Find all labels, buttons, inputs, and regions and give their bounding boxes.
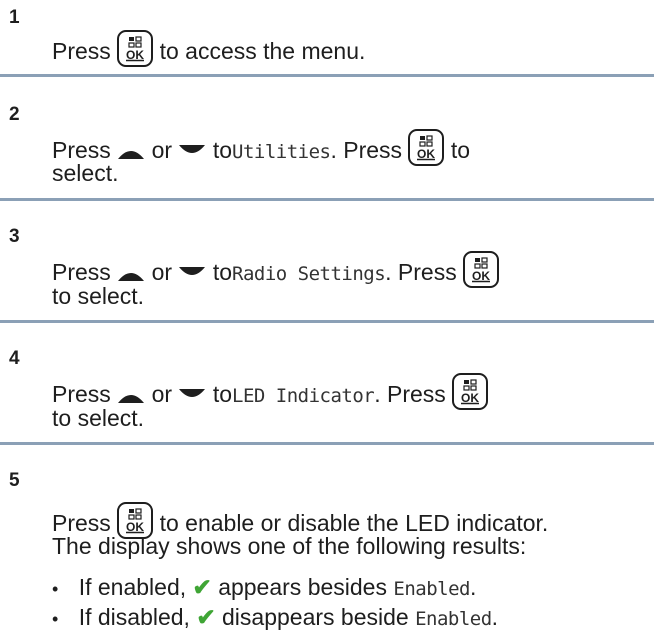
menu-item-name: Utilities (232, 141, 331, 163)
menu-item-name: Radio Settings (232, 263, 386, 285)
step-number: 5 (9, 470, 20, 491)
step-text: to select. (52, 405, 145, 431)
bullet-item: • If disabled, ✔ disappears beside Enabl… (52, 602, 498, 634)
bullet-item: • If enabled, ✔ appears besides Enabled. (52, 572, 476, 604)
ok-menu-key-icon: OK (463, 251, 500, 288)
step-text-part: . Press (374, 381, 446, 407)
step-text-part: to (212, 259, 232, 285)
step-text: to select. (52, 283, 145, 309)
checkmark-icon: ✔ (192, 574, 212, 600)
bullet-text: If enabled, (78, 574, 187, 600)
step-text-part: to (212, 137, 232, 163)
menu-item-name: Enabled (415, 608, 492, 630)
bullet-text: If disabled, (78, 604, 190, 630)
ok-menu-key-icon: OK (117, 30, 154, 67)
menu-item-name: Enabled (393, 578, 470, 600)
step-text-part: or (151, 259, 173, 285)
separator (0, 442, 654, 445)
step-text: Press OK to access the menu. (52, 30, 365, 67)
step-text-part: to (212, 381, 232, 407)
step-text-part: or (151, 381, 173, 407)
step-text-part: . Press (385, 259, 457, 285)
down-arrow-icon (179, 144, 206, 153)
step-text-part: to (450, 137, 470, 163)
step-text-part: or (151, 137, 173, 163)
checkmark-icon: ✔ (196, 604, 216, 630)
bullet: • (52, 609, 59, 629)
bullet-text: . (469, 574, 477, 600)
step-text: The display shows one of the following r… (52, 533, 527, 559)
step-text: select. (52, 160, 119, 186)
separator (0, 198, 654, 201)
step-text-part: to access the menu. (159, 38, 366, 64)
down-arrow-icon (179, 266, 206, 275)
bullet-text: . (491, 604, 499, 630)
step-text-part: . Press (330, 137, 403, 163)
bullet: • (52, 579, 59, 599)
menu-item-name: LED Indicator (232, 385, 375, 407)
separator (0, 74, 654, 77)
step-number: 1 (9, 7, 20, 28)
ok-menu-key-icon: OK (452, 373, 489, 410)
ok-menu-key-icon: OK (408, 129, 445, 166)
step-number: 3 (9, 226, 20, 247)
step-number: 4 (9, 348, 20, 369)
separator (0, 320, 654, 323)
step-text-part: Press (52, 38, 111, 64)
down-arrow-icon (179, 388, 206, 397)
up-arrow-icon (118, 150, 145, 159)
step-number: 2 (9, 104, 20, 125)
bullet-text: disappears beside (222, 604, 409, 630)
bullet-text: appears besides (218, 574, 387, 600)
